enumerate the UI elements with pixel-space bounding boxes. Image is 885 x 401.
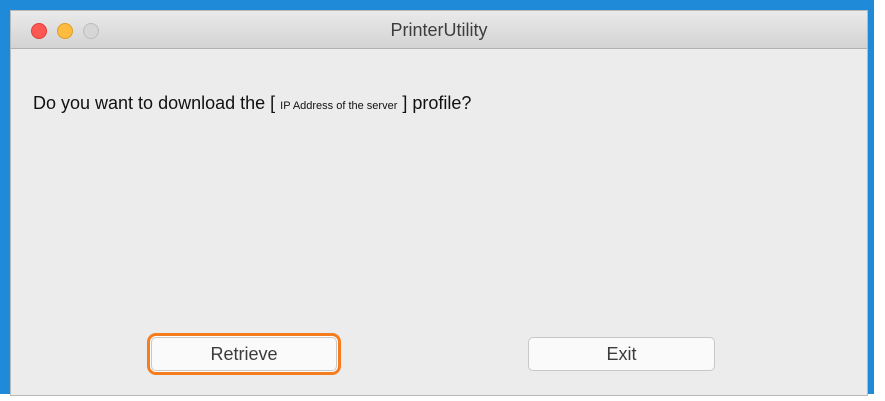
message-prefix: Do you want to download the [ — [33, 93, 281, 113]
server-ip-placeholder: IP Address of the server — [280, 100, 398, 112]
title-bar: PrinterUtility — [11, 11, 867, 49]
download-profile-message: Do you want to download the [ IP Address… — [33, 93, 471, 114]
printer-utility-window: PrinterUtility Do you want to download t… — [10, 10, 868, 396]
message-suffix: ] profile? — [397, 93, 472, 113]
window-title: PrinterUtility — [390, 20, 488, 40]
retrieve-button[interactable]: Retrieve — [151, 337, 337, 371]
exit-button[interactable]: Exit — [528, 337, 715, 371]
